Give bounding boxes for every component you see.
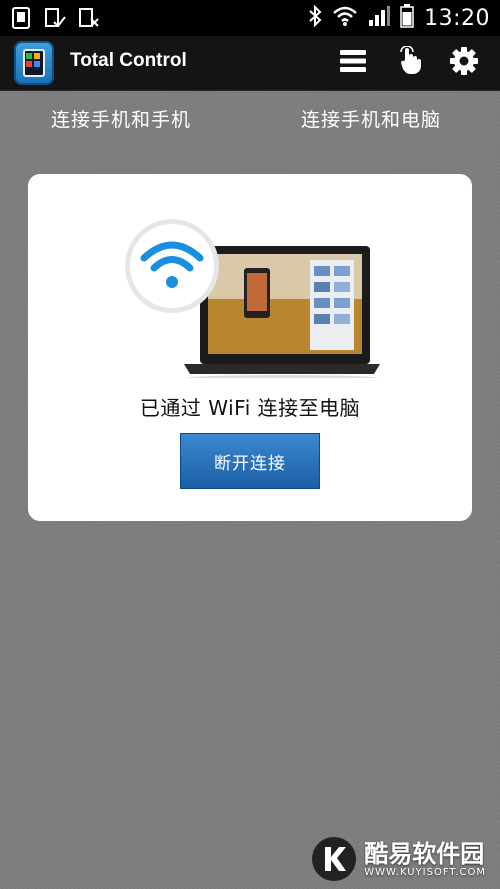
menu-icon — [338, 48, 368, 78]
wifi-signal-icon — [332, 5, 358, 31]
connection-tabs: 连接手机和手机 连接手机和电脑 — [0, 91, 500, 147]
watermark: 酷易软件园 WWW.KUYISOFT.COM — [312, 837, 486, 881]
tab-phone-to-pc[interactable]: 连接手机和电脑 — [301, 105, 441, 132]
status-bar: 13:20 — [0, 0, 500, 36]
app-logo-icon — [14, 41, 54, 85]
touch-hand-icon — [395, 45, 425, 80]
sim-card-icon — [10, 6, 32, 30]
app-title: Total Control — [70, 50, 187, 71]
watermark-text-en: WWW.KUYISOFT.COM — [364, 866, 486, 878]
status-bar-left — [10, 6, 100, 30]
watermark-text-cn: 酷易软件园 — [364, 839, 485, 868]
status-time: 13:20 — [424, 5, 490, 31]
settings-button[interactable] — [444, 44, 484, 82]
battery-icon — [400, 4, 414, 32]
wifi-laptop-illustration — [125, 219, 380, 378]
connection-status-text: 已通过 WiFi 连接至电脑 — [139, 396, 361, 420]
app-action-bar: Total Control — [0, 36, 500, 91]
menu-button[interactable] — [333, 44, 373, 82]
touch-mode-button[interactable] — [390, 44, 430, 82]
bluetooth-icon — [308, 4, 322, 32]
watermark-logo-icon — [312, 837, 357, 881]
disconnect-button[interactable]: 断开连接 — [180, 433, 320, 489]
tab-phone-to-phone[interactable]: 连接手机和手机 — [51, 105, 191, 132]
status-bar-right: 13:20 — [308, 4, 490, 32]
cell-signal-icon — [368, 5, 391, 31]
settings-gear-icon — [449, 46, 479, 80]
connection-card: 已通过 WiFi 连接至电脑 断开连接 — [28, 174, 472, 521]
watermark-text: 酷易软件园 WWW.KUYISOFT.COM — [364, 841, 486, 878]
sim-off-icon — [78, 6, 100, 30]
clipboard-check-icon — [44, 6, 66, 30]
